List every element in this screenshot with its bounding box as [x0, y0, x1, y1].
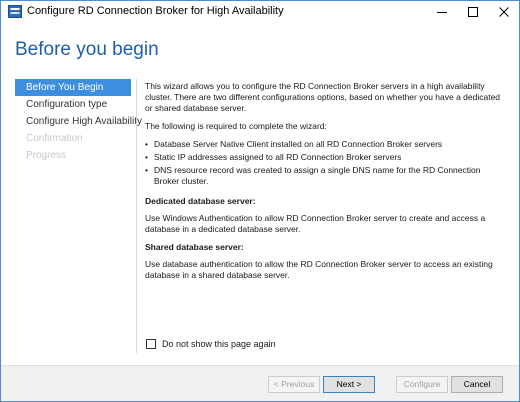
- dedicated-text: Use Windows Authentication to allow RD C…: [145, 213, 486, 234]
- intro-text: This wizard allows you to configure the …: [145, 81, 501, 113]
- do-not-show-again-checkbox[interactable]: [146, 339, 156, 349]
- shared-text: Use database authentication to allow the…: [145, 259, 493, 280]
- nav-step-before-you-begin[interactable]: Before You Begin: [15, 79, 131, 96]
- requirement-item: Static IP addresses assigned to all RD C…: [145, 152, 507, 163]
- requirement-item: DNS resource record was created to assig…: [145, 165, 507, 187]
- dedicated-heading: Dedicated database server:: [145, 196, 256, 206]
- do-not-show-again-label[interactable]: Do not show this page again: [162, 339, 276, 349]
- maximize-button[interactable]: [458, 1, 488, 23]
- wizard-footer: < Previous Next > Configure Cancel: [1, 365, 519, 401]
- page-title: Before you begin: [15, 39, 159, 60]
- close-icon: [499, 7, 509, 17]
- maximize-icon: [468, 7, 478, 17]
- minimize-icon: [437, 12, 447, 13]
- do-not-show-again-row[interactable]: Do not show this page again: [146, 339, 276, 349]
- previous-button: < Previous: [268, 376, 320, 393]
- content-panel: This wizard allows you to configure the …: [145, 81, 507, 288]
- cancel-button[interactable]: Cancel: [451, 376, 503, 393]
- nav-step-progress: Progress: [26, 150, 67, 161]
- nav-step-confirmation: Confirmation: [26, 133, 83, 144]
- server-manager-app-icon: [8, 5, 22, 18]
- nav-step-configuration-type[interactable]: Configuration type: [15, 96, 131, 113]
- sidebar-divider: [136, 79, 137, 353]
- requirements-intro: The following is required to complete th…: [145, 121, 327, 131]
- requirement-item: Database Server Native Client installed …: [145, 139, 507, 150]
- configure-button: Configure: [396, 376, 448, 393]
- wizard-steps-nav: Before You Begin Configuration type Conf…: [15, 79, 142, 164]
- wizard-window: Configure RD Connection Broker for High …: [0, 0, 520, 402]
- nav-step-configure-high-availability[interactable]: Configure High Availability: [15, 113, 142, 130]
- requirements-list: Database Server Native Client installed …: [145, 139, 507, 187]
- minimize-button[interactable]: [427, 1, 457, 23]
- next-button[interactable]: Next >: [323, 376, 375, 393]
- title-bar[interactable]: Configure RD Connection Broker for High …: [1, 1, 519, 23]
- window-title: Configure RD Connection Broker for High …: [27, 5, 284, 17]
- shared-heading: Shared database server:: [145, 242, 244, 252]
- close-button[interactable]: [489, 1, 519, 23]
